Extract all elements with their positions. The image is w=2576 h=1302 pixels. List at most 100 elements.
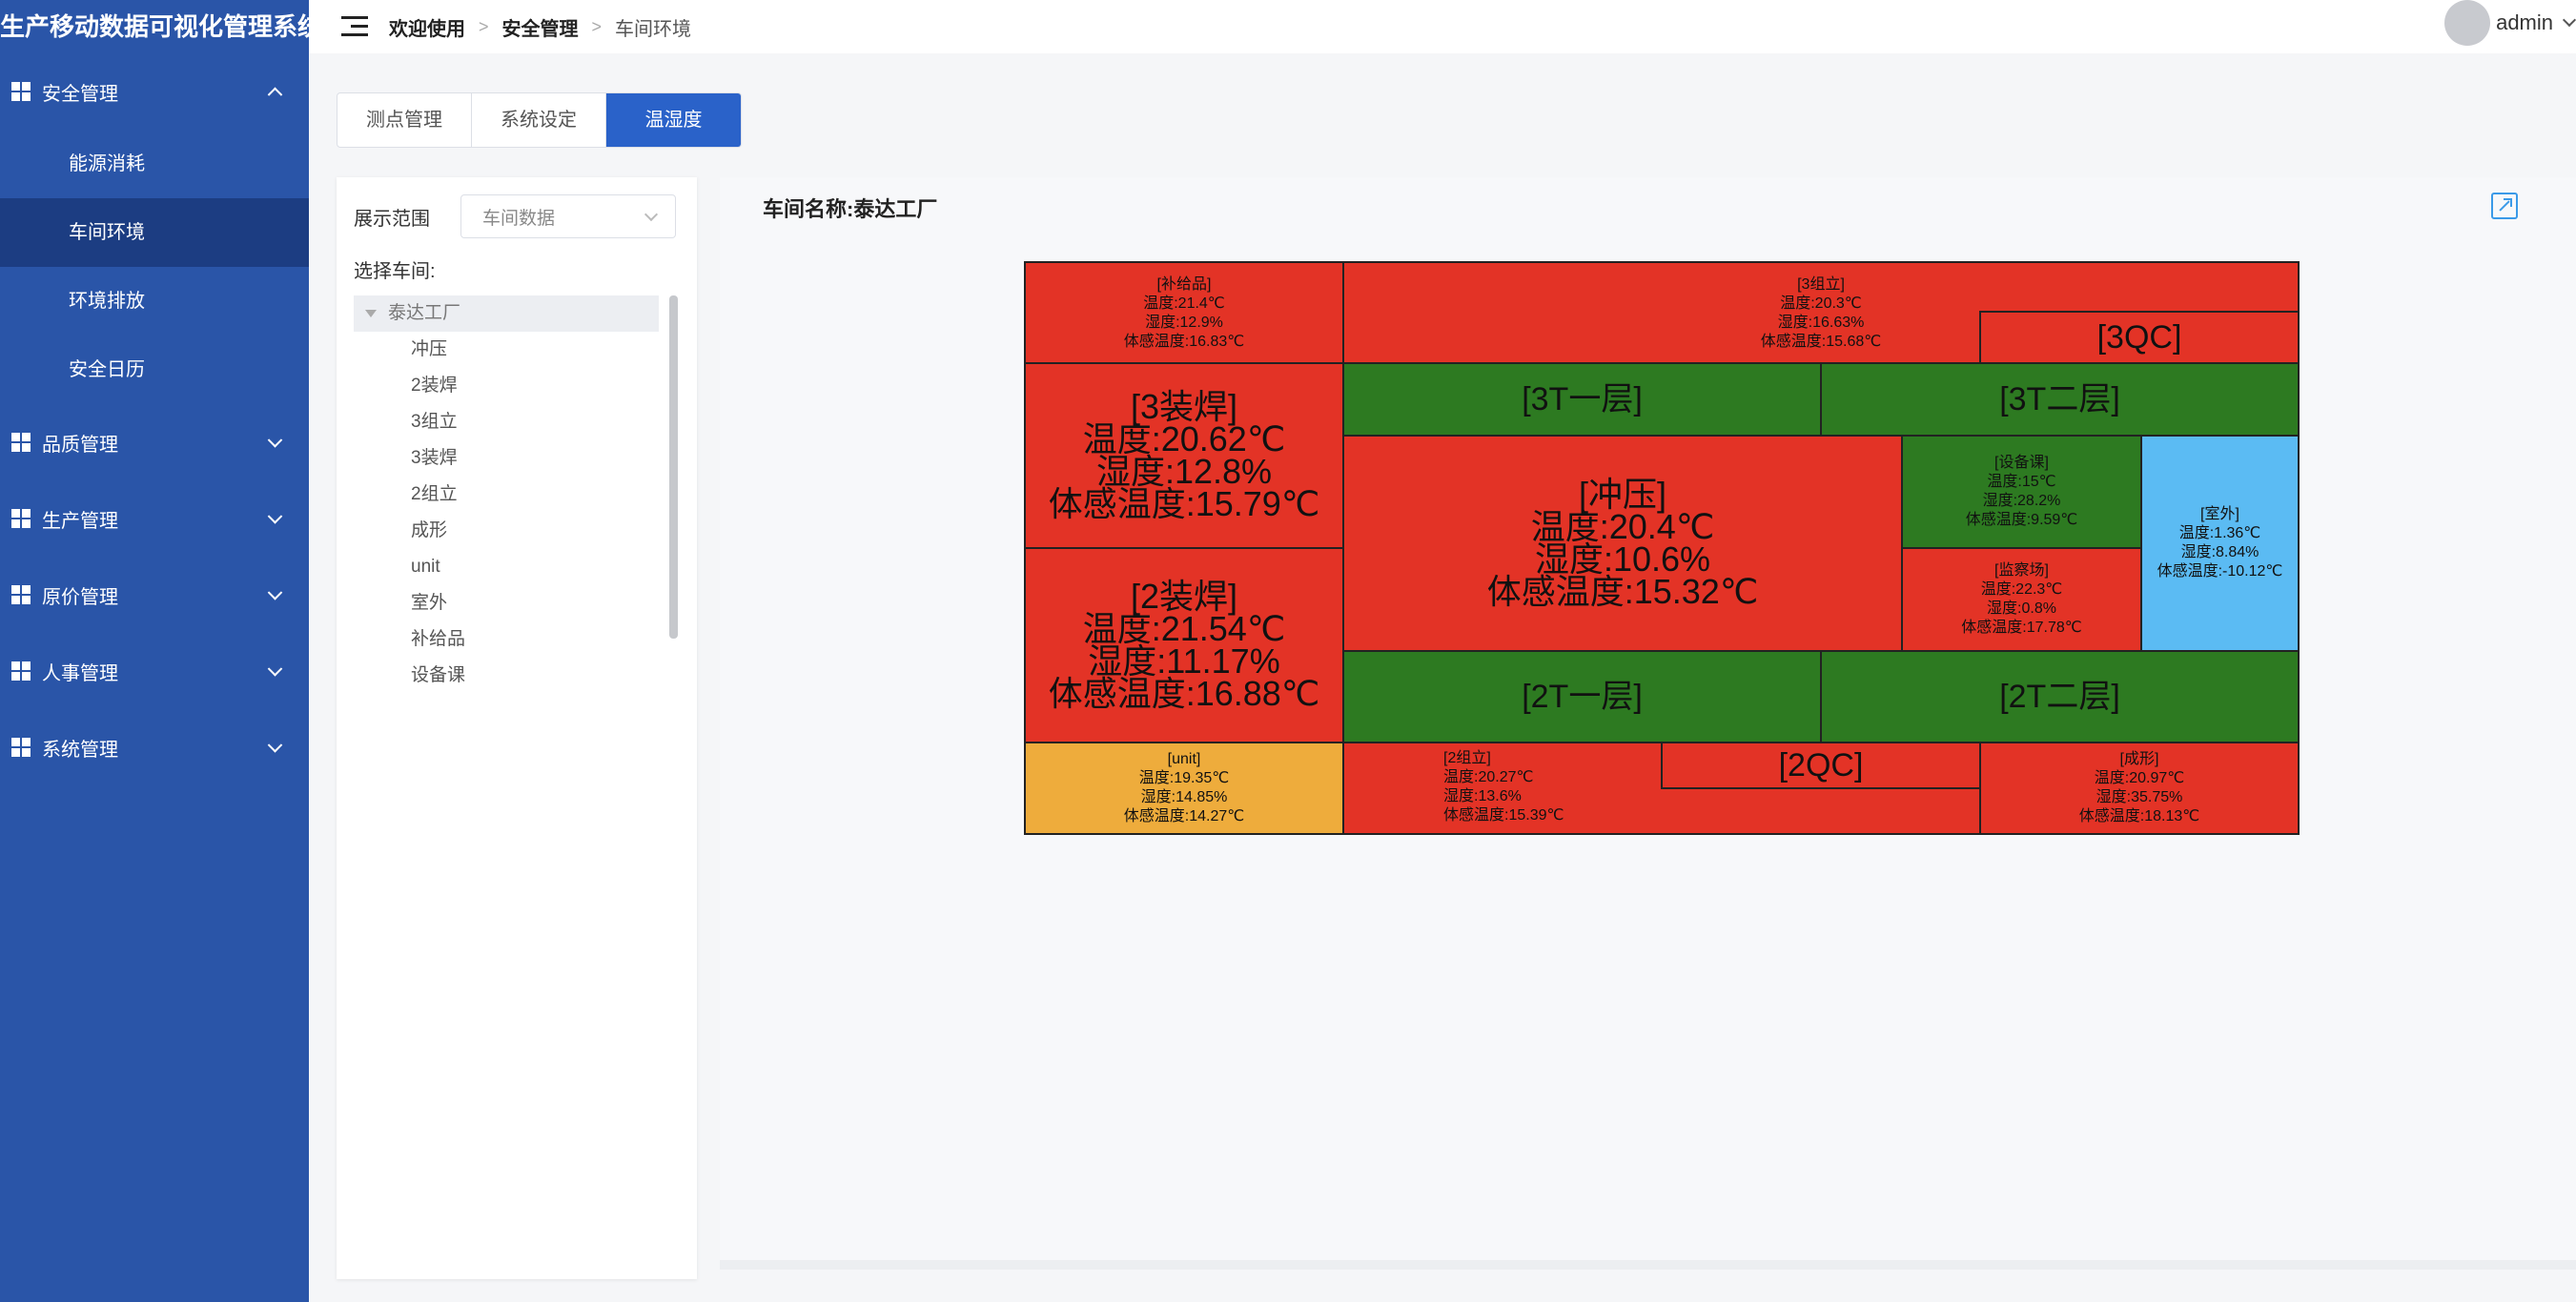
treemap-cell-2t-floor1[interactable]: [2T一层]: [1342, 650, 1822, 743]
cell-name: [unit]: [1167, 751, 1201, 767]
tree-node[interactable]: 补给品: [354, 621, 659, 658]
treemap-cell-supplies[interactable]: [补给品] 温度:21.4℃ 湿度:12.9% 体感温度:16.83℃: [1024, 261, 1344, 366]
tree-node[interactable]: 3组立: [354, 404, 659, 440]
cell-feels-like: 体感温度:9.59℃: [1965, 512, 2078, 528]
sidebar-item-production[interactable]: 生产管理: [0, 480, 309, 557]
tree-node[interactable]: 室外: [354, 585, 659, 621]
chevron-down-icon: [644, 207, 659, 222]
treemap-cell-weld3[interactable]: [3装焊] 温度:20.62℃ 湿度:12.8% 体感温度:15.79℃: [1024, 362, 1344, 549]
sidebar-item-label: 系统管理: [42, 739, 118, 761]
breadcrumb-item[interactable]: 欢迎使用: [389, 13, 465, 41]
tab-measure-points[interactable]: 测点管理: [337, 93, 472, 147]
breadcrumb-item[interactable]: 安全管理: [502, 13, 579, 41]
treemap-cell-3t-floor2[interactable]: [3T二层]: [1820, 362, 2300, 437]
user-name[interactable]: admin: [2496, 10, 2553, 35]
tree-root[interactable]: 泰达工厂: [354, 295, 659, 332]
sidebar-item-safety[interactable]: 安全管理: [0, 53, 309, 130]
tree-node[interactable]: 冲压: [354, 332, 659, 368]
cell-humidity: 湿度:10.6%: [1534, 539, 1711, 579]
app-title: 生产移动数据可视化管理系统: [0, 12, 309, 41]
treemap-cell-qc2[interactable]: [2QC]: [1661, 742, 1981, 789]
tree-node[interactable]: 2组立: [354, 477, 659, 513]
cell-feels-like: 体感温度:16.83℃: [1123, 334, 1245, 350]
cell-feels-like: 体感温度:16.88℃: [1048, 674, 1320, 713]
sidebar-item-cost[interactable]: 原价管理: [0, 557, 309, 633]
cell-name: [3组立]: [1797, 276, 1845, 293]
cell-feels-like: 体感温度:15.68℃: [1760, 334, 1882, 350]
cell-name: [监察场]: [1994, 562, 2049, 579]
chevron-down-icon[interactable]: [2562, 12, 2576, 28]
cell-feels-like: 体感温度:15.79℃: [1048, 484, 1320, 523]
tab-bar: 测点管理 系统设定 温湿度: [337, 92, 742, 148]
tree-node[interactable]: unit: [354, 549, 659, 585]
chevron-down-icon: [267, 661, 283, 677]
sidebar-item-quality[interactable]: 品质管理: [0, 404, 309, 480]
sidebar-item-label: 人事管理: [42, 662, 118, 684]
cell-humidity: 湿度:12.9%: [1145, 315, 1223, 331]
grid-icon: [11, 738, 31, 757]
workshop-tree: 泰达工厂 冲压 2装焊 3组立 3装焊 2组立 成形 unit 室外 补给品 设…: [354, 295, 659, 694]
grid-icon: [11, 661, 31, 681]
sidebar-item-label: 生产管理: [42, 510, 118, 532]
treemap-cell-forming[interactable]: [成形] 温度:20.97℃ 湿度:35.75% 体感温度:18.13℃: [1979, 742, 2300, 835]
cell-feels-like: 体感温度:-10.12℃: [2157, 563, 2283, 580]
chevron-down-icon: [267, 509, 283, 524]
sidebar-item-energy[interactable]: 能源消耗: [0, 130, 309, 198]
range-row: 展示范围 车间数据: [354, 194, 676, 238]
cell-name: [2装焊]: [1130, 577, 1238, 616]
chevron-down-icon: [267, 433, 283, 448]
sidebar-item-emission[interactable]: 环境排放: [0, 267, 309, 336]
cell-name: [3T二层]: [1999, 381, 2120, 417]
treemap-cell-inspection[interactable]: [监察场] 温度:22.3℃ 湿度:0.8% 体感温度:17.78℃: [1901, 547, 2142, 652]
treemap-cell-weld2[interactable]: [2装焊] 温度:21.54℃ 湿度:11.17% 体感温度:16.88℃: [1024, 547, 1344, 743]
tree-node[interactable]: 设备课: [354, 658, 659, 694]
cell-name: [成形]: [2119, 751, 2159, 767]
tree-scrollbar[interactable]: [669, 295, 678, 639]
tab-temp-humidity[interactable]: 温湿度: [606, 93, 741, 147]
tree-node[interactable]: 成形: [354, 513, 659, 549]
chevron-right-icon: >: [591, 16, 603, 36]
cell-temp: 温度:1.36℃: [2178, 525, 2261, 541]
user-menu[interactable]: admin: [2444, 0, 2576, 46]
treemap-cell-equipment[interactable]: [设备课] 温度:15℃ 湿度:28.2% 体感温度:9.59℃: [1901, 435, 2142, 549]
filter-panel: 展示范围 车间数据 选择车间: 泰达工厂 冲压 2装焊 3组立 3装焊 2组立 …: [337, 177, 697, 1279]
range-select-value: 车间数据: [482, 208, 556, 229]
grid-icon: [11, 82, 31, 101]
cell-temp: 温度:22.3℃: [1980, 581, 2063, 598]
treemap-cell-outdoor[interactable]: [室外] 温度:1.36℃ 湿度:8.84% 体感温度:-10.12℃: [2140, 435, 2300, 652]
cell-humidity: 湿度:0.8%: [1987, 600, 2056, 617]
cell-humidity: 湿度:14.85%: [1140, 789, 1228, 805]
treemap-cell-press[interactable]: [冲压] 温度:20.4℃ 湿度:10.6% 体感温度:15.32℃: [1342, 435, 1903, 652]
cell-temp: 温度:20.3℃: [1780, 295, 1862, 312]
cell-name: [3装焊]: [1130, 387, 1238, 426]
tree-root-label: 泰达工厂: [388, 303, 461, 323]
treemap-cell-3t-floor1[interactable]: [3T一层]: [1342, 362, 1822, 437]
cell-feels-like: 体感温度:15.39℃: [1443, 807, 1564, 824]
tab-system-settings[interactable]: 系统设定: [472, 93, 606, 147]
cell-feels-like: 体感温度:17.78℃: [1961, 620, 2082, 636]
sidebar-item-workshop-env[interactable]: 车间环境: [0, 198, 309, 267]
tree-node[interactable]: 2装焊: [354, 368, 659, 404]
range-select[interactable]: 车间数据: [460, 194, 676, 238]
cell-name: [2组立]: [1443, 750, 1491, 766]
sidebar-item-system[interactable]: 系统管理: [0, 709, 309, 785]
treemap-cell-qc3[interactable]: [3QC]: [1979, 311, 2300, 364]
fullscreen-icon[interactable]: [2491, 193, 2518, 219]
cell-humidity: 湿度:13.6%: [1443, 788, 1522, 804]
treemap-cell-unit[interactable]: [unit] 温度:19.35℃ 湿度:14.85% 体感温度:14.27℃: [1024, 742, 1344, 835]
cell-temp: 温度:20.27℃: [1443, 769, 1534, 785]
sidebar-item-label: 安全管理: [42, 83, 118, 105]
caret-down-icon[interactable]: [365, 310, 377, 317]
cell-temp: 温度:21.4℃: [1143, 295, 1225, 312]
sidebar-item-safety-calendar[interactable]: 安全日历: [0, 336, 309, 404]
sidebar-item-hr[interactable]: 人事管理: [0, 633, 309, 709]
menu-fold-icon[interactable]: [341, 16, 368, 37]
cell-name: [室外]: [2200, 506, 2239, 522]
tree-node[interactable]: 3装焊: [354, 440, 659, 477]
avatar[interactable]: [2444, 0, 2491, 46]
cell-name: [补给品]: [1156, 276, 1212, 293]
treemap-cell-2t-floor2[interactable]: [2T二层]: [1820, 650, 2300, 743]
chevron-down-icon: [267, 585, 283, 600]
sidebar: 生产移动数据可视化管理系统 安全管理 能源消耗 车间环境 环境排放 安全日历 品…: [0, 0, 309, 1302]
range-label: 展示范围: [354, 208, 430, 230]
